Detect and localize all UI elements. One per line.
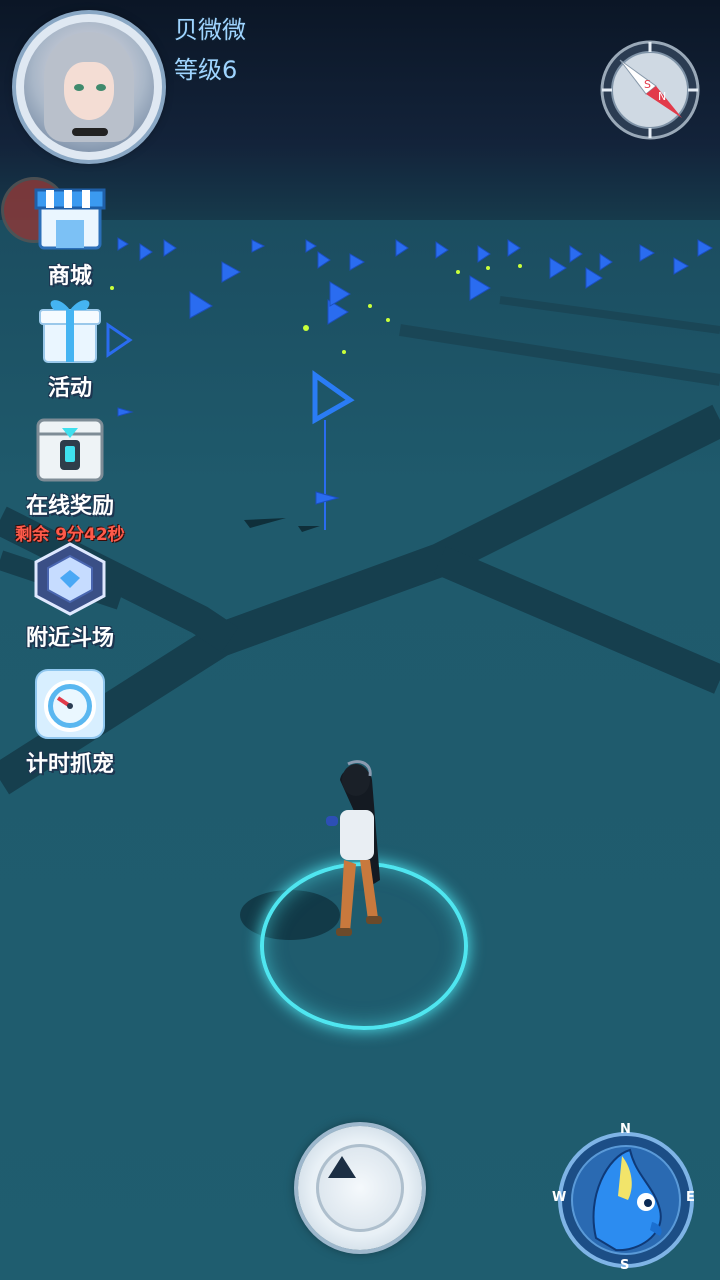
gift-icon <box>39 300 101 363</box>
timed-catch-label: 计时抓宠 <box>25 752 114 777</box>
radar-south-label: S <box>620 1258 630 1273</box>
compass-s-label: S <box>644 78 651 91</box>
avatar-eye-left <box>74 84 84 91</box>
player-character[interactable] <box>310 760 410 960</box>
online-reward-label: 在线奖励 <box>25 494 114 519</box>
shop-icon <box>34 188 106 250</box>
timed-catch-button[interactable]: 计时抓宠 <box>0 668 140 778</box>
player-level: 等级6 <box>174 56 238 84</box>
avatar-eye-right <box>96 84 106 91</box>
stopwatch-icon <box>35 669 105 739</box>
map-scene[interactable]: 贝微微 等级6 S N 商城 活动 在线奖励 剩余 9分42秒 附近斗场 计时抓… <box>0 0 720 1280</box>
arena-icon <box>34 542 106 616</box>
avatar-portrait <box>24 22 154 152</box>
events-label: 活动 <box>47 376 92 401</box>
main-menu-button[interactable] <box>298 1126 422 1250</box>
radar-north-label: N <box>620 1122 631 1137</box>
events-button[interactable]: 活动 <box>0 292 140 402</box>
chest-icon <box>36 418 104 482</box>
blue-pet-icon <box>558 1132 694 1268</box>
player-avatar[interactable] <box>16 14 162 160</box>
nearby-arena-label: 附近斗场 <box>25 626 114 651</box>
radar-west-label: W <box>552 1190 567 1205</box>
radar-east-label: E <box>686 1190 695 1205</box>
up-arrow-icon <box>328 1156 356 1178</box>
nearby-arena-button[interactable]: 附近斗场 <box>0 542 140 652</box>
online-reward-button[interactable]: 在线奖励 剩余 9分42秒 <box>0 410 140 545</box>
player-name: 贝微微 <box>174 16 246 44</box>
shop-label: 商城 <box>47 264 92 289</box>
avatar-face <box>64 62 114 120</box>
compass-n-label: N <box>658 90 666 103</box>
avatar-collar <box>72 128 108 136</box>
shop-button[interactable]: 商城 <box>0 180 140 290</box>
compass-icon[interactable]: S N <box>600 40 700 140</box>
nearby-pets-radar[interactable]: N S W E <box>552 1122 696 1273</box>
